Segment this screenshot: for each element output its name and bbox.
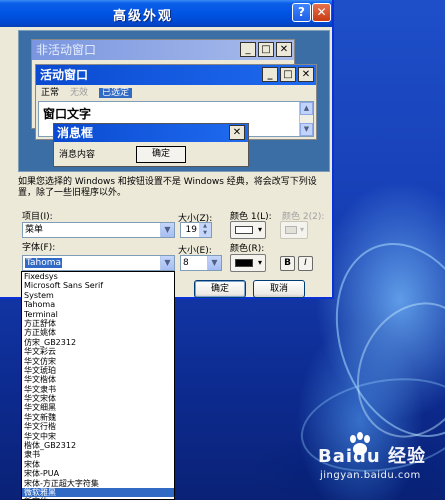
color1-swatch bbox=[235, 226, 253, 234]
font-list-item[interactable]: 方正姚体 bbox=[22, 328, 174, 337]
preview-menu-bar: 正常 无效 已选定 bbox=[36, 85, 316, 101]
font-list-item[interactable]: Microsoft Sans Serif bbox=[22, 281, 174, 290]
active-window-title-text: 活动窗口 bbox=[40, 68, 89, 82]
bold-button[interactable]: B bbox=[280, 256, 295, 271]
chevron-down-icon: ▾ bbox=[257, 258, 262, 267]
cancel-button[interactable]: 取消 bbox=[253, 280, 305, 298]
dialog-titlebar[interactable]: 高级外观 ? ✕ bbox=[0, 0, 332, 27]
watermark-brand: Baidu 经验 bbox=[318, 446, 427, 467]
color2-swatch bbox=[285, 226, 297, 234]
font-list-item[interactable]: 隶书 bbox=[22, 450, 174, 459]
close-icon: ✕ bbox=[229, 125, 245, 140]
dialog-title: 高级外观 bbox=[112, 9, 173, 24]
font-select[interactable]: Tahoma ▼ bbox=[22, 255, 175, 271]
font-list-item[interactable]: 楷体_GB2312 bbox=[22, 441, 174, 450]
font-list-item[interactable]: 宋体-PUA bbox=[22, 469, 174, 478]
menu-disabled: 无效 bbox=[70, 88, 89, 98]
advanced-appearance-dialog: 高级外观 ? ✕ 非活动窗口 _ □ ✕ 活动窗口 _ □ ✕ 正常 无效 已选定 bbox=[0, 0, 334, 299]
font-list-item[interactable]: 华文隶书 bbox=[22, 385, 174, 394]
item-select[interactable]: 菜单 ▼ bbox=[22, 222, 175, 238]
message-box-text: 消息内容 bbox=[59, 150, 96, 160]
font-color-button[interactable]: ▾ bbox=[230, 254, 266, 272]
minimize-icon: _ bbox=[240, 42, 256, 57]
maximize-icon: □ bbox=[280, 67, 296, 82]
message-box-title: 消息框 ✕ bbox=[54, 124, 248, 142]
font-list-item[interactable]: 仿宋_GB2312 bbox=[22, 338, 174, 347]
font-list-item[interactable]: 宋体 bbox=[22, 460, 174, 469]
help-button[interactable]: ? bbox=[292, 3, 311, 22]
inactive-window-title-text: 非活动窗口 bbox=[36, 43, 97, 57]
font-list-item[interactable]: System bbox=[22, 291, 174, 300]
chevron-down-icon: ▾ bbox=[257, 225, 262, 234]
font-list-item[interactable]: 华文新魏 bbox=[22, 413, 174, 422]
inactive-window-title: 非活动窗口 _ □ ✕ bbox=[32, 40, 294, 60]
close-button[interactable]: ✕ bbox=[312, 3, 331, 22]
ok-button[interactable]: 确定 bbox=[194, 280, 246, 298]
font-color-label: 颜色(R): bbox=[230, 244, 265, 254]
close-icon: ✕ bbox=[298, 67, 314, 82]
font-list-item[interactable]: 宋体-方正超大字符集 bbox=[22, 479, 174, 488]
chevron-down-icon[interactable]: ▼ bbox=[160, 256, 174, 270]
chevron-down-icon[interactable]: ▼ bbox=[207, 256, 221, 270]
color2-button: ▾ bbox=[280, 221, 308, 239]
preview-message-box[interactable]: 消息框 ✕ 消息内容 确定 bbox=[53, 123, 249, 167]
preview-scrollbar: ▲ ▼ bbox=[299, 102, 313, 136]
close-icon: ✕ bbox=[276, 42, 292, 57]
item-label: 项目(I): bbox=[22, 212, 53, 222]
font-size-value: 8 bbox=[183, 258, 189, 268]
font-list-item[interactable]: 华文琥珀 bbox=[22, 366, 174, 375]
message-box-ok-button: 确定 bbox=[136, 146, 186, 163]
active-window-title: 活动窗口 _ □ ✕ bbox=[36, 65, 316, 85]
italic-button[interactable]: I bbox=[298, 256, 313, 271]
spin-down-icon[interactable]: ▼ bbox=[199, 230, 211, 237]
description-text: 如果您选择的 Windows 和按钮设置不是 Windows 经典，将会改写下列… bbox=[18, 177, 317, 198]
baidu-watermark: Baidu 经验 jingyan.baidu.com bbox=[318, 432, 440, 484]
scroll-up-icon: ▲ bbox=[300, 102, 313, 115]
font-list-item[interactable]: 华文中宋 bbox=[22, 432, 174, 441]
font-list-item[interactable]: 华文行楷 bbox=[22, 422, 174, 431]
font-size-select[interactable]: 8 ▼ bbox=[180, 255, 222, 271]
font-list-item[interactable]: Tahoma bbox=[22, 300, 174, 309]
message-box-title-text: 消息框 bbox=[57, 126, 94, 140]
scroll-down-icon: ▼ bbox=[300, 123, 313, 136]
font-list-item[interactable]: Fixedsys bbox=[22, 272, 174, 281]
item-size-spinner[interactable]: 19 ▲ ▼ bbox=[180, 222, 212, 238]
spin-up-icon[interactable]: ▲ bbox=[199, 223, 211, 230]
minimize-icon: _ bbox=[262, 67, 278, 82]
font-list-item[interactable]: 华文仿宋 bbox=[22, 357, 174, 366]
chevron-down-icon: ▾ bbox=[299, 225, 304, 234]
font-list-item[interactable]: 华文楷体 bbox=[22, 375, 174, 384]
menu-selected: 已选定 bbox=[99, 88, 133, 98]
maximize-icon: □ bbox=[258, 42, 274, 57]
watermark-url: jingyan.baidu.com bbox=[320, 470, 421, 481]
font-color-swatch bbox=[235, 259, 253, 267]
menu-normal: 正常 bbox=[41, 88, 60, 98]
font-select-value: Tahoma bbox=[25, 258, 63, 268]
font-dropdown-list[interactable]: Fixedsys Microsoft Sans Serif System Tahoma… bbox=[21, 271, 175, 500]
font-list-item[interactable]: 微软雅黑 bbox=[22, 487, 174, 498]
item-size-value: 19 bbox=[185, 225, 197, 235]
color1-button[interactable]: ▾ bbox=[230, 221, 266, 239]
font-list-item[interactable]: 方正舒体 bbox=[22, 319, 174, 328]
appearance-preview[interactable]: 非活动窗口 _ □ ✕ 活动窗口 _ □ ✕ 正常 无效 已选定 窗口文字 ▲ ▼ bbox=[18, 30, 330, 172]
font-label: 字体(F): bbox=[22, 243, 56, 253]
font-list-item[interactable]: 华文彩云 bbox=[22, 347, 174, 356]
chevron-down-icon[interactable]: ▼ bbox=[160, 223, 174, 237]
window-text-sample: 窗口文字 bbox=[43, 107, 92, 121]
font-list-item[interactable]: 华文细黑 bbox=[22, 403, 174, 412]
font-list-item[interactable]: Terminal bbox=[22, 310, 174, 319]
item-select-value: 菜单 bbox=[25, 225, 44, 235]
